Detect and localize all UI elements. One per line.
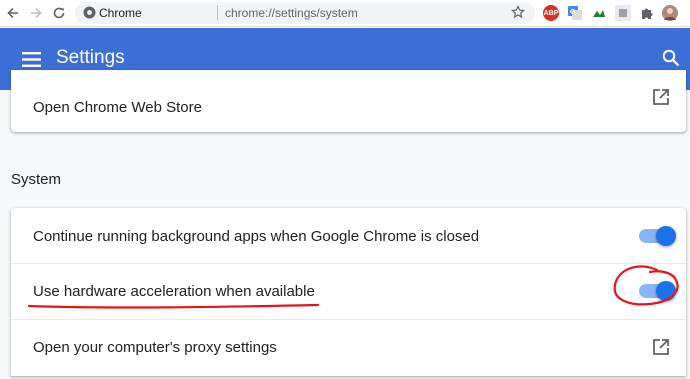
hardware-acceleration-toggle[interactable] [639, 281, 676, 301]
search-icon[interactable] [662, 49, 680, 72]
site-name: Chrome [99, 6, 142, 20]
puzzle-icon[interactable] [639, 5, 655, 21]
reload-icon [53, 7, 65, 19]
bookmark-star-icon[interactable] [510, 5, 526, 24]
toggle-knob [656, 226, 676, 246]
background-apps-row[interactable]: Continue running background apps when Go… [11, 208, 686, 263]
hamburger-menu-icon[interactable] [22, 52, 41, 72]
gray-extension-icon[interactable] [615, 5, 631, 21]
hardware-acceleration-label: Use hardware acceleration when available [33, 283, 315, 300]
background-apps-toggle[interactable] [639, 226, 676, 246]
svg-text:G: G [570, 9, 576, 16]
open-in-new-icon[interactable] [652, 88, 670, 111]
system-settings-card: Continue running background apps when Go… [11, 208, 686, 376]
forward-button[interactable] [27, 4, 45, 22]
section-title-system: System [11, 171, 62, 188]
omnibox-separator [217, 5, 218, 20]
page-title: Settings [56, 47, 125, 68]
profile-avatar[interactable] [662, 5, 678, 21]
proxy-settings-label: Open your computer's proxy settings [33, 339, 277, 356]
adblock-label: ABP [543, 9, 559, 17]
forward-arrow-icon [31, 7, 42, 19]
url-text[interactable]: chrome://settings/system [225, 6, 358, 20]
background-apps-label: Continue running background apps when Go… [33, 228, 480, 245]
open-web-store-label[interactable]: Open Chrome Web Store [33, 99, 202, 116]
reload-button[interactable] [50, 4, 68, 22]
address-bar[interactable]: Chrome chrome://settings/system [75, 2, 535, 24]
translate-icon[interactable]: G [567, 5, 583, 21]
proxy-settings-row[interactable]: Open your computer's proxy settings [11, 320, 686, 375]
green-chart-icon[interactable] [591, 5, 607, 21]
adblock-plus-icon[interactable]: ABP [543, 5, 559, 21]
open-in-new-icon[interactable] [652, 338, 670, 361]
chrome-site-icon [83, 6, 96, 24]
back-arrow-icon [7, 7, 18, 19]
hardware-acceleration-row[interactable]: Use hardware acceleration when available [11, 264, 686, 319]
toggle-knob [656, 281, 676, 301]
web-store-card: Open Chrome Web Store [11, 70, 686, 132]
browser-toolbar: Chrome chrome://settings/system ABP G [0, 0, 690, 27]
back-button[interactable] [4, 4, 22, 22]
